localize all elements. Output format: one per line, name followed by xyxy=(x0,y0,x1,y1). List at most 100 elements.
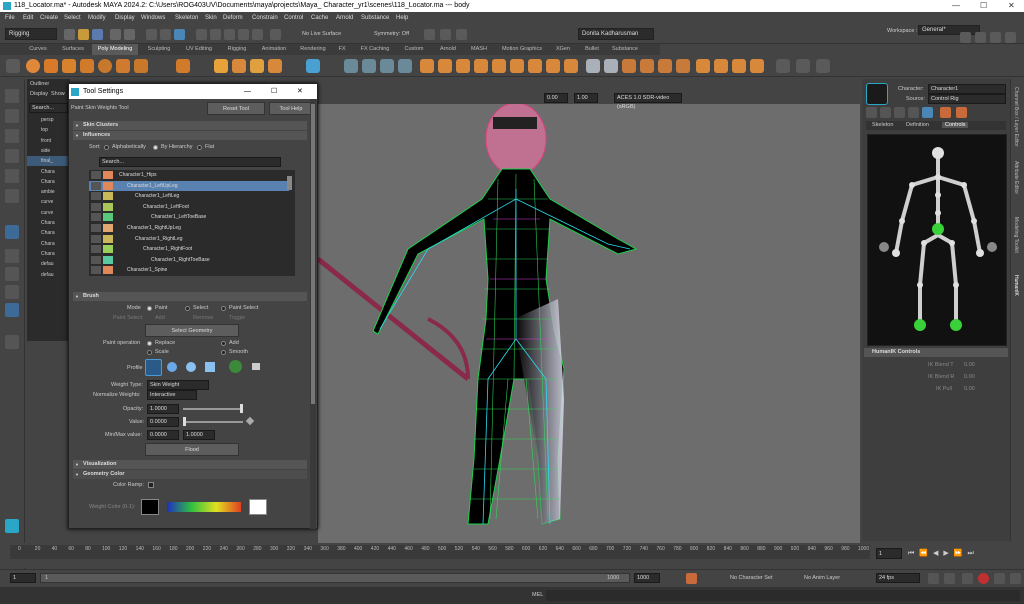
influence-row[interactable]: Character1_LeftToeBase xyxy=(89,212,289,222)
menu-modify[interactable]: Modify xyxy=(88,12,106,24)
edge-loop-icon[interactable] xyxy=(564,59,578,73)
character-dropdown[interactable]: Character1 xyxy=(928,84,1006,94)
outliner-item[interactable]: side xyxy=(27,146,70,156)
menu-file[interactable]: File xyxy=(5,12,15,24)
tool-scrollbar-thumb[interactable] xyxy=(311,104,315,404)
influence-row[interactable]: Character1_RightToeBase xyxy=(89,255,289,265)
search-icon[interactable] xyxy=(5,335,19,349)
open-scene-icon[interactable] xyxy=(78,29,89,40)
snap-grid-icon[interactable] xyxy=(196,29,207,40)
influence-color-swatch[interactable] xyxy=(103,234,113,243)
viewport[interactable] xyxy=(318,79,860,543)
shelf-tab-mash[interactable]: MASH xyxy=(466,44,492,55)
tool-minimize-icon[interactable]: — xyxy=(244,84,251,99)
sort-flat-radio[interactable] xyxy=(197,145,202,150)
start-frame-field[interactable]: 1 xyxy=(10,573,36,583)
hik-rig-icon[interactable] xyxy=(880,107,891,118)
influence-row[interactable]: Character1_Spine xyxy=(89,265,289,275)
select-hierarchy-icon[interactable] xyxy=(146,29,157,40)
shelf-tab-uv-editing[interactable]: UV Editing xyxy=(181,44,217,55)
extrude-icon[interactable] xyxy=(456,59,470,73)
reset-tool-button[interactable]: Reset Tool xyxy=(207,102,265,115)
undo-icon[interactable] xyxy=(110,29,121,40)
min-value-field[interactable]: 0.0000 xyxy=(147,430,179,440)
poly-cone-icon[interactable] xyxy=(80,59,94,73)
menu-arnold[interactable]: Arnold xyxy=(336,12,353,24)
lock-icon[interactable] xyxy=(91,224,101,232)
tool-settings-icon[interactable] xyxy=(990,32,1001,43)
anim-prefs-icon[interactable] xyxy=(994,573,1005,584)
influence-row[interactable]: Character1_LeftLeg xyxy=(89,191,289,201)
select-geometry-button[interactable]: Select Geometry xyxy=(145,324,239,337)
opacity-field[interactable]: 1.0000 xyxy=(147,404,179,414)
eyedropper-icon[interactable] xyxy=(245,416,255,426)
colorspace-dropdown[interactable]: ACES 1.0 SDR-video (sRGB) xyxy=(614,93,682,110)
move-tool-icon[interactable] xyxy=(5,149,19,163)
append-icon[interactable] xyxy=(474,59,488,73)
hik-pose-icon[interactable] xyxy=(956,107,967,118)
outliner-item[interactable]: Chara xyxy=(27,239,70,249)
redo-icon[interactable] xyxy=(124,29,135,40)
menu-skeleton[interactable]: Skeleton xyxy=(175,12,198,24)
sew-uv-icon[interactable] xyxy=(732,59,746,73)
hik-key-icon[interactable] xyxy=(940,107,951,118)
paint-select-icon[interactable] xyxy=(5,129,19,143)
geometry-color-section[interactable]: Geometry Color xyxy=(73,470,307,479)
settings-icon[interactable] xyxy=(1010,573,1021,584)
menu-windows[interactable]: Windows xyxy=(141,12,165,24)
mode-paint-radio[interactable] xyxy=(147,306,152,311)
attribute-editor-tab[interactable]: Attribute Editor xyxy=(1013,161,1019,194)
tool-maximize-icon[interactable]: ☐ xyxy=(271,84,277,99)
minimize-icon[interactable]: — xyxy=(952,0,960,12)
influence-row[interactable]: Character1_RightLeg xyxy=(89,234,289,244)
humanik-tab[interactable]: HumanIK xyxy=(1013,275,1019,296)
opacity-slider-track[interactable] xyxy=(183,408,243,410)
render-settings-icon[interactable] xyxy=(456,29,467,40)
outliner-item[interactable]: defau xyxy=(27,270,70,280)
menuset-dropdown[interactable]: Rigging xyxy=(5,28,57,40)
hik-pin-icon[interactable] xyxy=(908,107,919,118)
bevel-icon[interactable] xyxy=(420,59,434,73)
menu-select[interactable]: Select xyxy=(64,12,81,24)
flood-button[interactable]: Flood xyxy=(145,443,239,456)
op-add-radio[interactable] xyxy=(221,341,226,346)
hik-fk-icon[interactable] xyxy=(894,107,905,118)
channel-box-icon[interactable] xyxy=(1005,32,1016,43)
ik-blend-r-value[interactable]: 0.00 xyxy=(964,374,975,380)
single-view-icon[interactable] xyxy=(5,225,19,239)
source-dropdown[interactable]: Control Rig xyxy=(928,94,1006,104)
outliner-item[interactable]: front xyxy=(27,136,70,146)
tool-close-icon[interactable]: ✕ xyxy=(297,84,303,99)
influence-color-swatch[interactable] xyxy=(103,181,113,190)
op-replace-radio[interactable] xyxy=(147,341,152,346)
smooth-icon[interactable] xyxy=(380,59,394,73)
select-object-icon[interactable] xyxy=(160,29,171,40)
outliner-show-menu[interactable]: Show xyxy=(51,91,65,97)
poly-torus-icon[interactable] xyxy=(98,59,112,73)
fps-dropdown[interactable]: 24 fps xyxy=(876,573,920,583)
command-input[interactable] xyxy=(546,590,1020,601)
poly-plane-icon[interactable] xyxy=(116,59,130,73)
exposure-field[interactable]: 0.00 xyxy=(544,93,568,103)
live-surface-label[interactable]: No Live Surface xyxy=(302,31,341,37)
outliner-item[interactable]: curve xyxy=(27,197,70,207)
ik-blend-t-value[interactable]: 0.00 xyxy=(964,362,975,368)
mode-paint-select-radio[interactable] xyxy=(221,306,226,311)
symmetry-label[interactable]: Symmetry: Off xyxy=(374,31,409,37)
influence-row[interactable]: Character1_RightFoot xyxy=(89,244,289,254)
smooth-brush-icon[interactable] xyxy=(796,59,810,73)
new-scene-icon[interactable] xyxy=(64,29,75,40)
planar-map-icon[interactable] xyxy=(604,59,618,73)
max-value-field[interactable]: 1.0000 xyxy=(183,430,215,440)
op-smooth-radio[interactable] xyxy=(221,350,226,355)
poly-disc-icon[interactable] xyxy=(134,59,148,73)
anim-layer-dropdown[interactable]: No Anim Layer xyxy=(804,575,840,581)
maximize-icon[interactable]: ☐ xyxy=(980,0,987,12)
ramp-black-swatch[interactable] xyxy=(141,499,159,515)
lock-icon[interactable] xyxy=(91,266,101,275)
modeling-toolkit-tab[interactable]: Modeling Toolkit xyxy=(1013,217,1019,253)
outliner-item[interactable]: ambie xyxy=(27,187,70,197)
profile-gaussian-icon[interactable] xyxy=(145,359,162,376)
op-scale-radio[interactable] xyxy=(147,350,152,355)
ramp-white-swatch[interactable] xyxy=(249,499,267,515)
